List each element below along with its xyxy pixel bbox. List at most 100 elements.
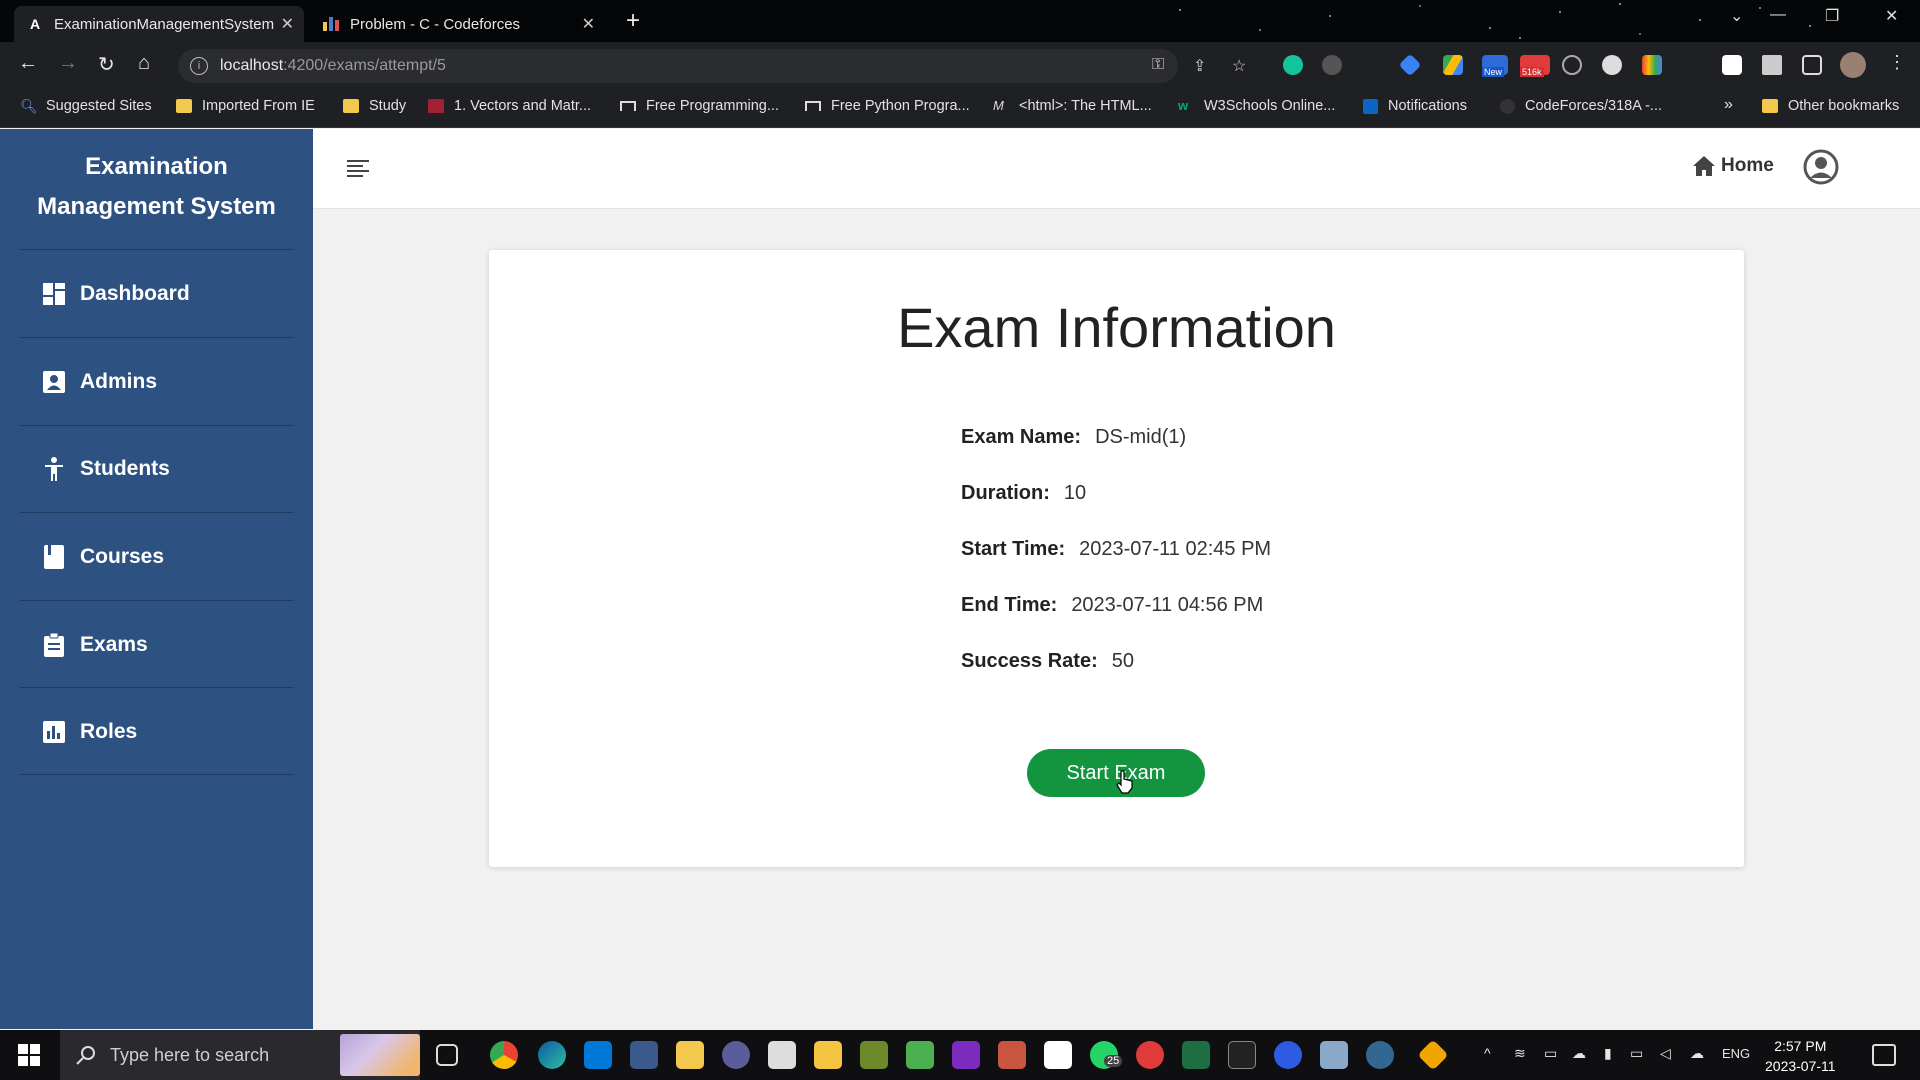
app-bar-icon[interactable]	[722, 1041, 750, 1069]
system-clock[interactable]: 2:57 PM 2023-07-11	[1765, 1036, 1836, 1076]
key-icon[interactable]: ⚿	[1152, 56, 1164, 74]
notion-icon[interactable]	[1044, 1041, 1072, 1069]
bookmark-item[interactable]: Imported From IE	[176, 98, 315, 114]
address-bar[interactable]: i localhost:4200/exams/attempt/5	[178, 49, 1178, 83]
terminal-icon[interactable]	[1228, 1041, 1256, 1069]
sidebar-item-courses[interactable]: Courses	[0, 514, 313, 600]
close-window-icon[interactable]: ✕	[1885, 6, 1898, 26]
extension-e-icon[interactable]	[1602, 55, 1622, 75]
bookmark-item[interactable]: 🔍︎ Suggested Sites	[20, 98, 152, 114]
side-panel-icon[interactable]	[1802, 55, 1822, 75]
extension-counter-icon[interactable]: 516k	[1520, 55, 1550, 77]
edge-icon[interactable]	[538, 1041, 566, 1069]
taskbar-search[interactable]: Type here to search	[60, 1030, 420, 1080]
bookmark-item[interactable]: Study	[343, 98, 406, 114]
snipping-icon[interactable]	[630, 1041, 658, 1069]
bookmark-item[interactable]: 1. Vectors and Matr...	[428, 98, 591, 114]
puzzle-icon[interactable]	[1762, 55, 1782, 75]
cube-icon[interactable]	[768, 1041, 796, 1069]
field-value: 10	[1063, 482, 1087, 504]
bookmark-item[interactable]: Free Programming...	[620, 98, 779, 114]
wifi-icon[interactable]: ≋	[1514, 1045, 1526, 1062]
close-tab-icon[interactable]: ✕	[281, 14, 294, 34]
minimize-icon[interactable]: —	[1770, 6, 1786, 24]
sidebar-item-label: Exams	[80, 633, 148, 656]
task-view-icon[interactable]	[436, 1044, 458, 1066]
file-explorer-icon[interactable]	[676, 1041, 704, 1069]
forward-arrow-icon[interactable]: →	[58, 52, 78, 75]
sidebar-item-label: Dashboard	[80, 282, 190, 305]
extension-new-icon[interactable]: New	[1482, 55, 1508, 77]
clipboard-icon	[43, 633, 65, 657]
volume-icon[interactable]: ◁	[1660, 1045, 1671, 1062]
notification-icon[interactable]	[1872, 1044, 1896, 1066]
cloud-icon[interactable]: ☁	[1572, 1045, 1586, 1062]
restore-icon[interactable]: ❐	[1825, 6, 1839, 26]
extension-timer-icon[interactable]	[1562, 55, 1582, 75]
reload-icon[interactable]: ↻	[98, 52, 115, 77]
onedrive-icon[interactable]: ☁	[1690, 1045, 1704, 1062]
bookmark-item[interactable]: M <html>: The HTML...	[993, 98, 1152, 114]
notepad-plus-icon[interactable]	[906, 1041, 934, 1069]
excel-icon[interactable]	[1182, 1041, 1210, 1069]
home-link[interactable]: Home	[1693, 155, 1774, 177]
zoom-icon[interactable]	[1274, 1041, 1302, 1069]
app-title-line2: Management System	[37, 193, 276, 220]
browser-tab-active[interactable]: A ExaminationManagementSystem ✕	[14, 6, 304, 42]
browser-tab[interactable]: Problem - C - Codeforces ✕	[310, 6, 605, 42]
bookmark-star-icon[interactable]: ☆	[1232, 56, 1246, 76]
bookmark-item[interactable]: CodeForces/318A -...	[1500, 98, 1662, 114]
share-icon[interactable]: ⇪	[1193, 56, 1206, 76]
windows-start-icon[interactable]	[18, 1044, 40, 1066]
bookmark-item[interactable]: Free Python Progra...	[805, 98, 970, 114]
new-tab-button[interactable]: +	[626, 8, 640, 34]
lambda-icon[interactable]	[860, 1041, 888, 1069]
sidebar-item-roles[interactable]: Roles	[0, 689, 313, 775]
chevron-down-icon[interactable]: ⌄	[1730, 6, 1743, 26]
hamburger-menu-icon[interactable]	[347, 160, 369, 178]
sidebar-item-admins[interactable]: Admins	[0, 339, 313, 425]
home-icon[interactable]: ⌂	[138, 52, 150, 75]
google-drive-icon[interactable]	[1443, 55, 1463, 75]
bookmark-item[interactable]: w W3Schools Online...	[1178, 98, 1335, 114]
search-icon: 🔍︎	[20, 98, 38, 114]
user-avatar-icon[interactable]	[1803, 149, 1839, 185]
chevron-up-icon[interactable]: ^	[1484, 1045, 1491, 1061]
angular-a-icon: A	[29, 16, 41, 32]
chrome-icon[interactable]	[490, 1041, 518, 1069]
bookmark-icon	[805, 101, 821, 111]
back-arrow-icon[interactable]: ←	[18, 52, 38, 75]
field-label: Duration:	[961, 482, 1050, 504]
sidebar-item-dashboard[interactable]: Dashboard	[0, 251, 313, 337]
whatsapp-icon[interactable]: 25	[1090, 1041, 1123, 1069]
sidebar-item-label: Admins	[80, 370, 158, 393]
extension-s-icon[interactable]	[1722, 55, 1742, 75]
sourcetree-icon[interactable]	[1417, 1039, 1449, 1071]
sticky-notes-icon[interactable]	[814, 1041, 842, 1069]
bookmark-label: Free Programming...	[646, 98, 779, 114]
extension-gift-icon[interactable]	[1642, 55, 1662, 75]
grammarly-icon[interactable]	[1283, 55, 1303, 75]
kebab-menu-icon[interactable]: ⋮	[1888, 52, 1906, 73]
recorder-icon[interactable]	[1136, 1041, 1164, 1069]
extension-play-icon[interactable]	[1322, 55, 1342, 75]
presentation-icon[interactable]	[998, 1041, 1026, 1069]
profile-avatar-icon[interactable]	[1840, 52, 1866, 78]
language-indicator[interactable]: ENG	[1722, 1046, 1750, 1061]
site-info-icon[interactable]: i	[190, 57, 208, 75]
sidebar-item-exams[interactable]: Exams	[0, 602, 313, 688]
intellij-icon[interactable]	[952, 1041, 980, 1069]
microphone-icon[interactable]: ▮	[1604, 1045, 1612, 1062]
meet-now-icon[interactable]: ▭	[1544, 1045, 1557, 1062]
notes-icon[interactable]	[1320, 1041, 1348, 1069]
postgres-icon[interactable]	[1366, 1041, 1394, 1069]
sidebar-item-students[interactable]: Students	[0, 426, 313, 512]
vscode-icon[interactable]	[584, 1041, 612, 1069]
other-bookmarks[interactable]: Other bookmarks	[1762, 98, 1899, 114]
bookmarks-overflow-button[interactable]: »	[1724, 96, 1733, 114]
divider	[20, 249, 293, 250]
linkedin-icon	[1363, 98, 1378, 114]
close-tab-icon[interactable]: ✕	[582, 14, 595, 34]
bookmark-item[interactable]: Notifications	[1363, 98, 1467, 114]
battery-icon[interactable]: ▭	[1630, 1045, 1643, 1062]
